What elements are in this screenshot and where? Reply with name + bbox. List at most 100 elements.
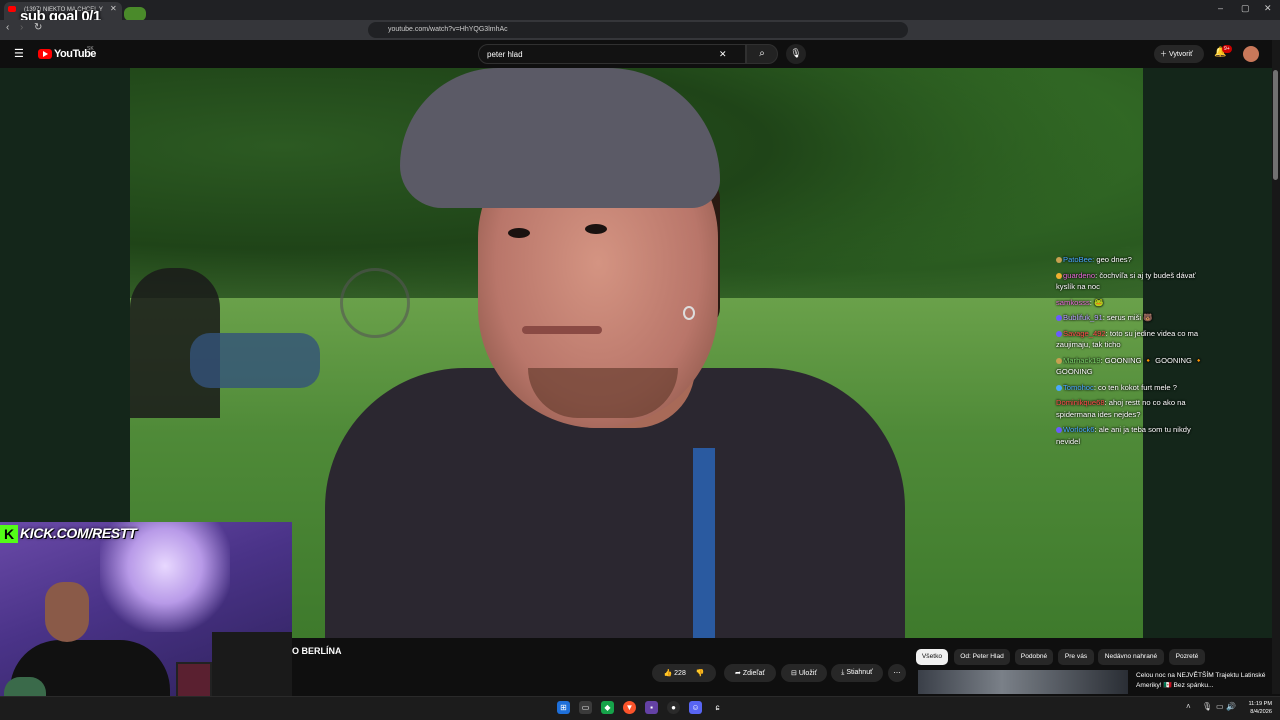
create-label: Vytvoriť xyxy=(1168,51,1193,58)
download-button[interactable]: ⤓ Stiahnuť xyxy=(831,664,883,682)
brave-browser-icon[interactable]: ▼ xyxy=(623,701,636,714)
video-bicycle xyxy=(340,268,410,338)
video-subject-eye xyxy=(508,228,530,238)
filter-chip[interactable]: Od: Peter Hlad xyxy=(954,649,1010,665)
address-bar[interactable]: youtube.com/watch?v=HhYQG3lmhAc xyxy=(368,22,908,38)
mx-flag-icon: 🇲🇽 xyxy=(1161,682,1172,689)
video-subject-strap xyxy=(693,448,715,638)
voice-search-button[interactable]: 🎙 xyxy=(786,44,806,64)
chat-message: Savage_492: toto su jedine videa co ma z… xyxy=(1056,328,1216,351)
search-input[interactable]: peter hlad ✕ xyxy=(478,44,746,64)
video-subject-earring xyxy=(683,306,695,320)
forward-button[interactable]: › xyxy=(20,22,23,33)
filter-chip[interactable]: Všetko xyxy=(916,649,948,665)
scrollbar-thumb[interactable] xyxy=(1273,70,1278,180)
thumbs-down-icon: 👎 xyxy=(695,670,705,677)
like-dislike-group: 👍 228 👎 xyxy=(652,664,716,682)
kick-url-overlay: KICK.COM/RESTT xyxy=(20,525,137,541)
clock-date: 8/4/2026 xyxy=(1250,709,1272,715)
video-subject-cap xyxy=(400,68,720,208)
start-menu-icon[interactable]: ⊞ xyxy=(557,701,570,714)
twitch-icon[interactable]: ▪ xyxy=(645,701,658,714)
discord-icon[interactable]: ☺ xyxy=(689,701,702,714)
bookmark-icon: ⊟ xyxy=(790,670,797,677)
chat-text: : co ten kokot furt mele ? xyxy=(1093,382,1177,392)
app-icon[interactable]: ɕ xyxy=(711,701,724,714)
window-close-button[interactable]: ✕ xyxy=(1264,3,1272,14)
taskbar-clock[interactable]: 11:19 PM 8/4/2026 xyxy=(1238,700,1272,716)
streamer-webcam xyxy=(0,522,292,720)
chat-text: geo dnes? xyxy=(1094,255,1132,264)
chat-message: Bublifuk_91: serus miši 🐻 xyxy=(1056,312,1216,324)
video-subject-mouth xyxy=(522,326,602,334)
chat-username: PatoBee: xyxy=(1063,255,1095,264)
like-count: 228 xyxy=(674,670,686,677)
webcam-picture-frame xyxy=(176,662,212,698)
chat-badge-icon xyxy=(1056,384,1062,391)
account-avatar[interactable] xyxy=(1243,46,1259,62)
save-button[interactable]: ⊟ Uložiť xyxy=(781,664,827,682)
minimize-button[interactable]: – xyxy=(1218,3,1223,13)
filter-chip[interactable]: Nedávno nahrané xyxy=(1098,649,1164,665)
obs-icon[interactable]: ● xyxy=(667,701,680,714)
search-value: peter hlad xyxy=(487,50,523,59)
search-icon: ⌕ xyxy=(759,48,765,59)
save-label: Uložiť xyxy=(798,670,817,677)
download-icon: ⤓ xyxy=(841,669,845,676)
chat-message: guardeno: čochvíľa si aj ty budeš dávať … xyxy=(1056,270,1216,293)
chat-message: samkosss: 🐸 xyxy=(1056,297,1216,309)
clear-search-icon[interactable]: ✕ xyxy=(719,49,727,60)
chat-message: Marhack19: GOONING 🔸 GOONING 🔸 GOONING xyxy=(1056,355,1216,378)
chat-username: guardeno xyxy=(1063,270,1096,280)
thumbs-up-icon: 👍 xyxy=(663,670,673,677)
like-button[interactable]: 👍 228 xyxy=(663,670,685,677)
download-label: Stiahnuť xyxy=(846,669,873,676)
network-icon[interactable]: ▭ xyxy=(1216,702,1224,711)
dislike-button[interactable]: 👎 xyxy=(696,670,705,677)
maximize-button[interactable]: ▢ xyxy=(1241,3,1250,14)
notifications-badge: 9+ xyxy=(1222,45,1232,53)
youtube-favicon-icon xyxy=(8,6,16,12)
filter-chip[interactable]: Pozreté xyxy=(1169,649,1205,665)
filter-chip[interactable]: Pre vás xyxy=(1058,649,1094,665)
create-button[interactable]: ＋ Vytvoriť xyxy=(1154,45,1204,63)
country-code: SK xyxy=(87,46,94,52)
chat-badge-icon xyxy=(1056,257,1062,263)
more-icon: ⋯ xyxy=(893,670,901,677)
back-button[interactable]: ‹ xyxy=(6,22,9,33)
windows-taskbar xyxy=(0,696,1280,720)
chat-text: : 🐸 xyxy=(1089,297,1104,307)
app-icon[interactable]: ◆ xyxy=(601,701,614,714)
url-text: youtube.com/watch?v=HhYQG3lmhAc xyxy=(388,26,508,33)
video-subject-eye xyxy=(585,224,607,234)
tray-chevron-icon[interactable]: ˄ xyxy=(1186,702,1191,711)
volume-icon[interactable]: 🔊 xyxy=(1226,702,1236,711)
share-label: Zdieľať xyxy=(742,670,765,677)
tab-close-icon[interactable]: ✕ xyxy=(110,4,117,13)
reload-button[interactable]: ↻ xyxy=(34,22,42,33)
chat-badge-icon xyxy=(1056,357,1062,364)
chat-username: Savage_492 xyxy=(1063,328,1106,338)
chat-message: Dominikque68: ahoj restt no co ako na sp… xyxy=(1056,397,1216,420)
stream-chat-overlay: PatoBee: geo dnes? guardeno: čochvíľa si … xyxy=(1056,254,1216,451)
chat-message: Tomohoc: co ten kokot furt mele ? xyxy=(1056,382,1216,394)
share-icon: ➦ xyxy=(734,670,741,677)
pepe-emote-icon xyxy=(124,7,146,21)
more-actions-button[interactable]: ⋯ xyxy=(888,664,906,682)
filter-chip[interactable]: Podobné xyxy=(1015,649,1053,665)
chat-username: Dominikque68 xyxy=(1056,398,1105,407)
recommended-subtitle: Bez spánku... xyxy=(1171,682,1214,689)
share-button[interactable]: ➦ Zdieľať xyxy=(724,664,776,682)
search-button[interactable]: ⌕ xyxy=(746,44,778,64)
plus-icon: ＋ xyxy=(1160,51,1169,58)
chat-badge-icon xyxy=(1056,427,1062,433)
chat-text: : serus miši 🐻 xyxy=(1102,313,1153,322)
task-view-icon[interactable]: ▭ xyxy=(579,701,592,714)
webcam-streamer-head xyxy=(45,582,89,642)
recommended-video-title[interactable]: Celou noc na NEJVĚTŠÍM Trajektu Latinské… xyxy=(1136,671,1266,691)
microphone-tray-icon[interactable]: 🎙 xyxy=(1202,702,1212,711)
chat-badge-icon xyxy=(1056,315,1062,321)
menu-icon[interactable]: ☰ xyxy=(14,47,24,60)
recommended-video-thumbnail[interactable] xyxy=(918,670,1128,694)
chat-badge-icon xyxy=(1056,272,1062,279)
